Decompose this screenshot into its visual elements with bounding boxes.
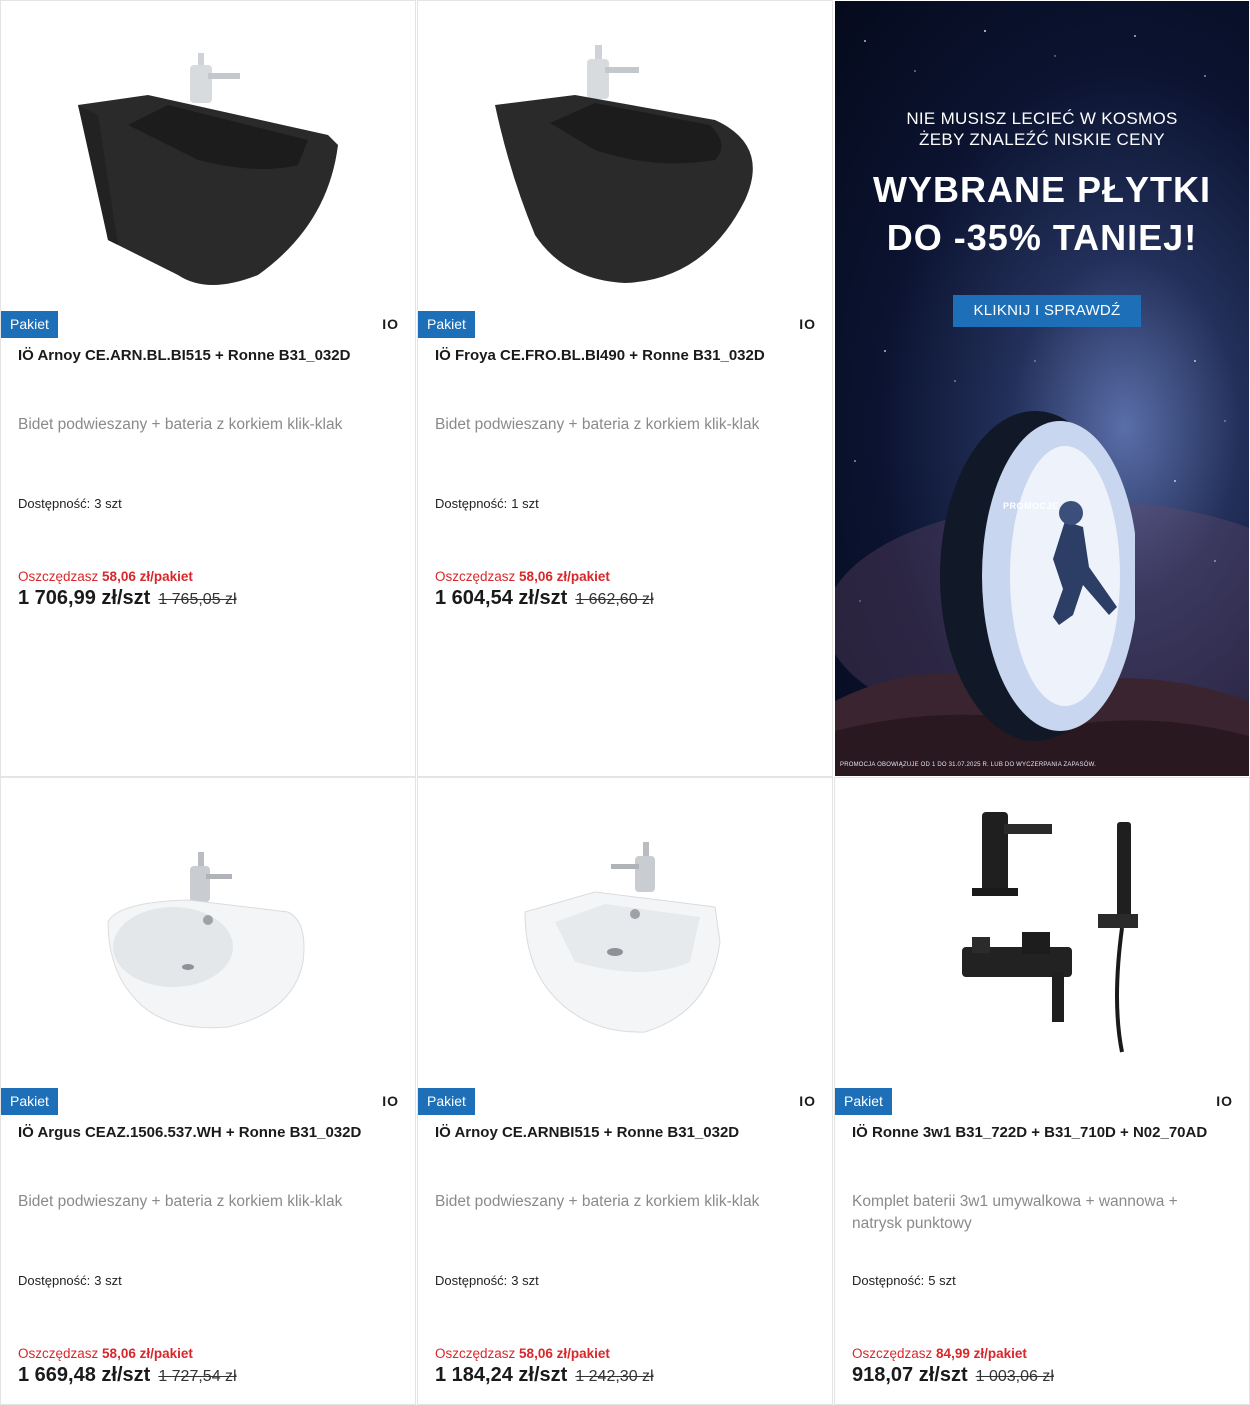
price: 1 184,24 zł/szt 1 242,30 zł: [435, 1364, 654, 1387]
product-image[interactable]: [1, 1, 415, 309]
savings-value: 58,06 zł/pakiet: [102, 569, 193, 584]
savings-label: Oszczędzasz: [18, 1346, 99, 1361]
product-description: Bidet podwieszany + bateria z korkiem kl…: [435, 416, 760, 433]
product-description: Komplet baterii 3w1 umywalkowa + wannowa…: [852, 1193, 1178, 1232]
brand-logo: IO: [799, 1093, 816, 1109]
product-description: Bidet podwieszany + bateria z korkiem kl…: [435, 1193, 760, 1210]
availability: Dostępność: 3 szt: [18, 1273, 122, 1288]
portal-graphic: [940, 411, 1135, 741]
package-badge: Pakiet: [835, 1088, 892, 1115]
product-image[interactable]: [1, 778, 415, 1086]
availability-label: Dostępność:: [435, 1273, 508, 1288]
package-badge: Pakiet: [418, 311, 475, 338]
product-image[interactable]: [418, 778, 832, 1086]
banner-footnote: PROMOCJA OBOWIĄZUJE OD 1 DO 31.07.2025 R…: [840, 762, 1096, 768]
product-title[interactable]: IÖ Arnoy CE.ARN.BL.BI515 + Ronne B31_032…: [18, 346, 399, 366]
availability: Dostępność: 5 szt: [852, 1273, 956, 1288]
availability-value: 3 szt: [94, 1273, 122, 1288]
availability-value: 5 szt: [928, 1273, 956, 1288]
product-image[interactable]: [835, 778, 1249, 1086]
product-card[interactable]: Pakiet IO IÖ Argus CEAZ.1506.537.WH + Ro…: [0, 777, 416, 1405]
product-grid: Pakiet IO IÖ Arnoy CE.ARN.BL.BI515 + Ron…: [0, 0, 1250, 1405]
price: 918,07 zł/szt 1 003,06 zł: [852, 1364, 1054, 1387]
savings: Oszczędzasz 84,99 zł/pakiet: [852, 1346, 1027, 1361]
availability: Dostępność: 1 szt: [435, 496, 539, 511]
banner-headline-line1: WYBRANE PŁYTKI: [873, 169, 1211, 210]
availability-label: Dostępność:: [852, 1273, 925, 1288]
product-card[interactable]: Pakiet IO IÖ Arnoy CE.ARNBI515 + Ronne B…: [417, 777, 833, 1405]
availability: Dostępność: 3 szt: [18, 496, 122, 511]
price: 1 604,54 zł/szt 1 662,60 zł: [435, 587, 654, 610]
old-price: 1 662,60 zł: [575, 591, 654, 608]
current-price: 1 669,48 zł/szt: [18, 1364, 151, 1386]
product-card[interactable]: Pakiet IO IÖ Froya CE.FRO.BL.BI490 + Ron…: [417, 0, 833, 777]
price: 1 706,99 zł/szt 1 765,05 zł: [18, 587, 237, 610]
savings: Oszczędzasz 58,06 zł/pakiet: [435, 1346, 610, 1361]
price: 1 669,48 zł/szt 1 727,54 zł: [18, 1364, 237, 1387]
product-title[interactable]: IÖ Argus CEAZ.1506.537.WH + Ronne B31_03…: [18, 1123, 399, 1143]
availability-value: 3 szt: [94, 496, 122, 511]
brand-logo: IO: [1216, 1093, 1233, 1109]
banner-cta-button[interactable]: KLIKNIJ I SPRAWDŹ: [953, 295, 1141, 327]
current-price: 1 604,54 zł/szt: [435, 587, 568, 609]
black-bidet-image: [495, 45, 753, 283]
product-card[interactable]: Pakiet IO IÖ Arnoy CE.ARN.BL.BI515 + Ron…: [0, 0, 416, 777]
availability-label: Dostępność:: [435, 496, 508, 511]
savings-label: Oszczędzasz: [18, 569, 99, 584]
current-price: 918,07 zł/szt: [852, 1364, 968, 1386]
availability-label: Dostępność:: [18, 1273, 91, 1288]
current-price: 1 184,24 zł/szt: [435, 1364, 568, 1386]
banner-headline-line2: DO -35% TANIEJ!: [886, 217, 1198, 258]
savings-label: Oszczędzasz: [435, 569, 516, 584]
product-title[interactable]: IÖ Froya CE.FRO.BL.BI490 + Ronne B31_032…: [435, 346, 816, 366]
product-image[interactable]: [418, 1, 832, 309]
package-badge: Pakiet: [1, 1088, 58, 1115]
white-bidet-image: [524, 842, 721, 1033]
black-bidet-image: [78, 53, 338, 285]
availability-value: 3 szt: [511, 1273, 539, 1288]
brand-logo: IO: [382, 1093, 399, 1109]
black-faucet-set-image: [962, 812, 1138, 1053]
savings-value: 84,99 zł/pakiet: [936, 1346, 1027, 1361]
availability-label: Dostępność:: [18, 496, 91, 511]
banner-subtitle-line1: NIE MUSISZ LECIEĆ W KOSMOS: [906, 109, 1178, 128]
brand-logo: IO: [799, 316, 816, 332]
banner-subtitle-line2: ŻEBY ZNALEŹĆ NISKIE CENY: [919, 130, 1165, 149]
savings-value: 58,06 zł/pakiet: [519, 569, 610, 584]
brand-logo: IO: [382, 316, 399, 332]
savings: Oszczędzasz 58,06 zł/pakiet: [18, 1346, 193, 1361]
old-price: 1 242,30 zł: [575, 1368, 654, 1385]
savings: Oszczędzasz 58,06 zł/pakiet: [435, 569, 610, 584]
savings-label: Oszczędzasz: [852, 1346, 933, 1361]
portal-label: PROMOCJE: [1003, 501, 1059, 511]
savings-label: Oszczędzasz: [435, 1346, 516, 1361]
product-description: Bidet podwieszany + bateria z korkiem kl…: [18, 416, 343, 433]
savings-value: 58,06 zł/pakiet: [519, 1346, 610, 1361]
product-card[interactable]: Pakiet IO IÖ Ronne 3w1 B31_722D + B31_71…: [834, 777, 1250, 1405]
savings: Oszczędzasz 58,06 zł/pakiet: [18, 569, 193, 584]
savings-value: 58,06 zł/pakiet: [102, 1346, 193, 1361]
promo-banner[interactable]: NIE MUSISZ LECIEĆ W KOSMOS ŻEBY ZNALEŹĆ …: [835, 1, 1249, 776]
package-badge: Pakiet: [1, 311, 58, 338]
availability-value: 1 szt: [511, 496, 539, 511]
old-price: 1 765,05 zł: [158, 591, 237, 608]
package-badge: Pakiet: [418, 1088, 475, 1115]
old-price: 1 003,06 zł: [975, 1368, 1054, 1385]
product-title[interactable]: IÖ Arnoy CE.ARNBI515 + Ronne B31_032D: [435, 1123, 816, 1143]
product-title[interactable]: IÖ Ronne 3w1 B31_722D + B31_710D + N02_7…: [852, 1123, 1233, 1143]
current-price: 1 706,99 zł/szt: [18, 587, 151, 609]
white-bidet-image: [107, 852, 305, 1029]
product-description: Bidet podwieszany + bateria z korkiem kl…: [18, 1193, 343, 1210]
availability: Dostępność: 3 szt: [435, 1273, 539, 1288]
old-price: 1 727,54 zł: [158, 1368, 237, 1385]
